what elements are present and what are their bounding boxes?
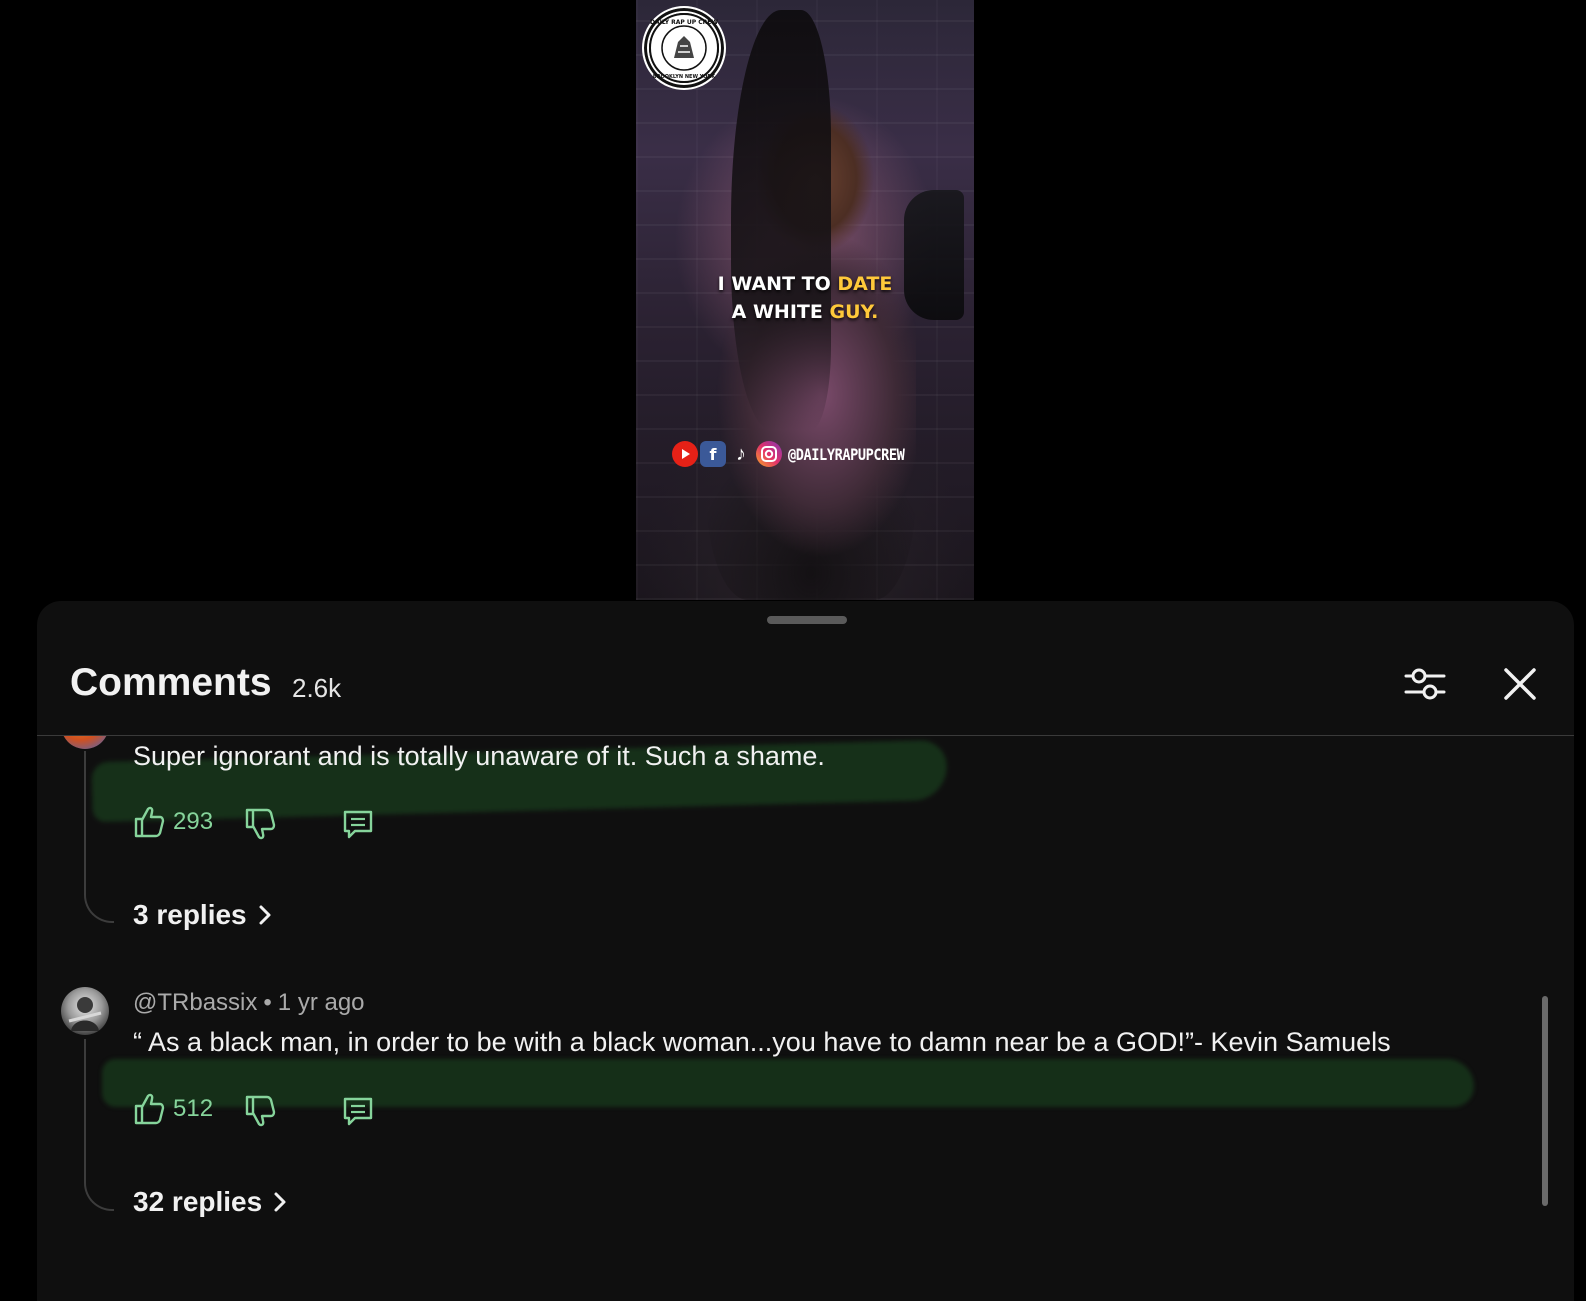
caption-line-1: I WANT TO DATE <box>717 273 893 295</box>
view-replies-button[interactable]: 32 replies <box>133 1186 288 1218</box>
comments-header: Comments 2.6k <box>37 601 1574 736</box>
comment-text: Super ignorant and is totally unaware of… <box>133 741 825 771</box>
social-handle-text: @DAILYRAPUPCREW <box>788 444 905 464</box>
comment-bubble-icon <box>343 810 373 839</box>
facebook-icon: f <box>700 441 726 467</box>
like-button[interactable]: 293 <box>133 805 213 839</box>
caption-line-2: A WHITE GUY. <box>731 301 879 323</box>
reply-button[interactable] <box>341 1094 375 1128</box>
social-handles: f ♪ @DAILYRAPUPCREW <box>672 440 925 468</box>
like-button[interactable]: 512 <box>133 1092 213 1126</box>
meta-separator: • <box>263 989 272 1016</box>
channel-logo: DAILY RAP UP CREW BROOKLYN NEW YORK <box>642 6 726 90</box>
close-button[interactable] <box>1497 661 1543 707</box>
thread-line <box>84 751 114 923</box>
chevron-right-icon <box>274 1192 286 1212</box>
thumbs-down-icon <box>245 808 276 840</box>
thumbs-up-icon <box>134 1093 165 1125</box>
comment-author[interactable]: @TRbassix <box>133 989 257 1016</box>
replies-label: 32 replies <box>133 1186 263 1217</box>
dislike-button[interactable] <box>243 807 277 841</box>
thread-line <box>84 1039 114 1211</box>
dislike-button[interactable] <box>243 1094 277 1128</box>
comments-title: Comments <box>70 661 272 704</box>
view-replies-button[interactable]: 3 replies <box>133 899 273 931</box>
highlight-stroke <box>102 1059 1474 1107</box>
avatar[interactable] <box>61 987 109 1035</box>
chevron-right-icon <box>259 905 271 925</box>
close-icon <box>1504 668 1536 700</box>
like-count: 512 <box>173 1095 214 1122</box>
channel-logo-seal-icon: DAILY RAP UP CREW BROOKLYN NEW YORK <box>649 13 719 83</box>
sliders-icon <box>1404 668 1446 700</box>
replies-label: 3 replies <box>133 899 247 930</box>
filter-button[interactable] <box>1402 661 1448 707</box>
video-subject-hair <box>731 10 831 430</box>
like-count: 293 <box>173 808 214 835</box>
scrollbar[interactable] <box>1542 996 1548 1206</box>
video-caption: I WANT TO DATE A WHITE GUY. <box>636 270 974 326</box>
svg-text:DAILY RAP UP CREW: DAILY RAP UP CREW <box>650 19 718 26</box>
instagram-icon <box>756 441 782 467</box>
comment-age: 1 yr ago <box>277 989 365 1016</box>
comments-sheet: Comments 2.6k Super ignorant and is tota… <box>37 601 1574 1301</box>
thumbs-up-icon <box>134 806 165 838</box>
thumbs-down-icon <box>245 1095 276 1127</box>
comments-count: 2.6k <box>292 673 342 703</box>
svg-text:BROOKLYN NEW YORK: BROOKLYN NEW YORK <box>653 74 716 80</box>
video-player[interactable]: DAILY RAP UP CREW BROOKLYN NEW YORK I WA… <box>636 0 974 600</box>
comment-bubble-icon <box>343 1097 373 1126</box>
reply-button[interactable] <box>341 807 375 841</box>
youtube-icon <box>672 441 698 467</box>
comment-text: “ As a black man, in order to be with a … <box>133 1027 1391 1057</box>
tiktok-icon: ♪ <box>736 442 746 465</box>
avatar-image-icon <box>68 997 102 1031</box>
comment-meta: @TRbassix • 1 yr ago <box>133 989 365 1017</box>
